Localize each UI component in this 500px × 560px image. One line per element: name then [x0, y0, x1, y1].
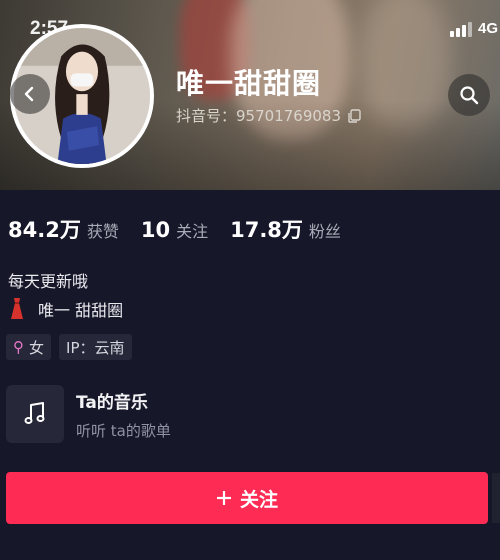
douyin-id: 95701769083 [236, 106, 341, 125]
stat-value: 17.8万 [230, 218, 303, 242]
stat-following[interactable]: 10 关注 [141, 218, 208, 242]
back-button[interactable] [10, 74, 50, 114]
douyin-id-row[interactable]: 抖音号： 95701769083 [176, 105, 361, 126]
copy-icon[interactable] [347, 108, 361, 123]
profile-tags: ⚲ 女 IP：云南 [6, 334, 132, 360]
profile-stats: 84.2万 获赞 10 关注 17.8万 粉丝 [8, 214, 363, 244]
gender-text: 女 [29, 338, 45, 357]
music-title: Ta的音乐 [76, 392, 148, 413]
dress-icon [11, 298, 23, 319]
music-note-icon [6, 385, 64, 443]
stat-label: 粉丝 [308, 222, 341, 241]
bio-text: 唯一 甜甜圈 [38, 301, 124, 320]
music-entry[interactable]: Ta的音乐 听听 ta的歌单 [6, 385, 171, 443]
female-symbol-icon: ⚲ [13, 338, 24, 356]
profile-name: 唯一甜甜圈 [176, 67, 322, 100]
music-text: Ta的音乐 听听 ta的歌单 [76, 388, 171, 441]
side-panel-edge [492, 473, 500, 523]
follow-button[interactable]: 关注 [6, 472, 488, 524]
network-type: 4G [478, 20, 499, 37]
chevron-left-icon [24, 86, 34, 102]
stat-followers[interactable]: 17.8万 粉丝 [230, 214, 341, 244]
follow-label: 关注 [239, 488, 278, 511]
bio-line: 每天更新哦 [8, 272, 89, 291]
search-button[interactable] [448, 74, 490, 116]
gender-tag: ⚲ 女 [6, 334, 52, 360]
stat-likes[interactable]: 84.2万 获赞 [8, 214, 119, 244]
stat-value: 10 [140, 218, 171, 242]
bio-line-with-icon: 唯一 甜甜圈 [8, 297, 123, 321]
music-subtitle: 听听 ta的歌单 [76, 421, 171, 440]
stat-value: 84.2万 [8, 218, 81, 242]
ip-location-tag: IP：云南 [59, 334, 132, 360]
stat-label: 关注 [176, 222, 209, 241]
stat-label: 获赞 [86, 222, 119, 241]
douyin-id-label: 抖音号： [176, 107, 237, 125]
signal-icon [450, 22, 472, 37]
search-icon [460, 86, 479, 105]
plus-icon [216, 491, 231, 505]
